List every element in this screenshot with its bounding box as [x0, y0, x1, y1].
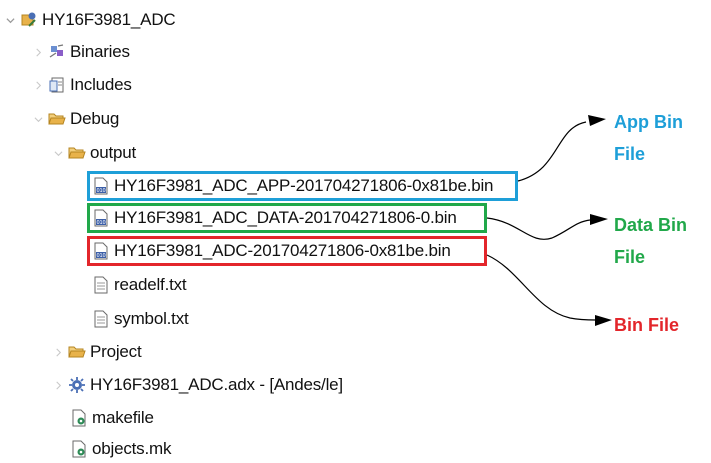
chevron-down-icon[interactable]: [52, 141, 64, 165]
tree-item-label: readelf.txt: [114, 275, 187, 294]
tree-item-makefile[interactable]: makefile: [70, 406, 154, 430]
tree-item-includes[interactable]: Includes: [32, 73, 132, 97]
chevron-right-icon[interactable]: [52, 373, 64, 397]
bin-highlight: [87, 236, 487, 266]
text-file-icon: [92, 310, 110, 328]
chevron-down-icon[interactable]: [4, 8, 16, 32]
folder-open-icon: [68, 343, 86, 361]
tree-item-project-folder[interactable]: Project: [52, 340, 142, 364]
makefile-icon: [70, 409, 88, 427]
includes-icon: [48, 76, 66, 94]
callout-data-line1: Data Bin: [614, 215, 688, 235]
tree-item-label: makefile: [92, 408, 154, 427]
tree-item-project[interactable]: HY16F3981_ADC: [4, 8, 176, 32]
tree-item-label: symbol.txt: [114, 309, 189, 328]
tree-item-label: Debug: [70, 109, 120, 128]
tree-item-readelf[interactable]: readelf.txt: [92, 273, 187, 297]
tree-item-adx[interactable]: HY16F3981_ADC.adx - [Andes/le]: [52, 373, 343, 397]
callout-data-bin: Data Bin File: [614, 209, 711, 273]
callout-app-line1: App Bin: [614, 112, 683, 132]
tree-item-debug[interactable]: Debug: [32, 107, 119, 131]
tree-item-output[interactable]: output: [52, 141, 136, 165]
makefile-icon: [70, 440, 88, 458]
callout-app-line2: File: [614, 144, 646, 164]
tree-item-label: Includes: [70, 75, 132, 94]
tree-item-label: Binaries: [70, 42, 130, 61]
tree-item-label: HY16F3981_ADC: [42, 10, 176, 29]
project-icon: [20, 11, 38, 29]
gear-config-icon: [68, 376, 86, 394]
binaries-icon: [48, 43, 66, 61]
chevron-right-icon[interactable]: [32, 40, 44, 64]
folder-open-icon: [68, 144, 86, 162]
chevron-down-icon[interactable]: [32, 107, 44, 131]
tree-item-label: HY16F3981_ADC.adx - [Andes/le]: [90, 375, 343, 394]
chevron-right-icon[interactable]: [32, 73, 44, 97]
app-bin-highlight: [87, 171, 518, 201]
tree-item-label: output: [90, 143, 137, 162]
callout-data-line2: File: [614, 247, 646, 267]
chevron-right-icon[interactable]: [52, 340, 64, 364]
tree-item-label: objects.mk: [92, 439, 172, 458]
callout-bin: Bin File: [614, 309, 711, 341]
tree-item-objects[interactable]: objects.mk: [70, 437, 171, 461]
folder-open-icon: [48, 110, 66, 128]
callout-app-bin: App Bin File: [614, 106, 711, 170]
tree-item-label: Project: [90, 342, 142, 361]
data-bin-highlight: [87, 203, 487, 233]
text-file-icon: [92, 276, 110, 294]
tree-item-symbol[interactable]: symbol.txt: [92, 307, 189, 331]
callout-bin-line1: Bin File: [614, 315, 680, 335]
tree-item-binaries[interactable]: Binaries: [32, 40, 130, 64]
